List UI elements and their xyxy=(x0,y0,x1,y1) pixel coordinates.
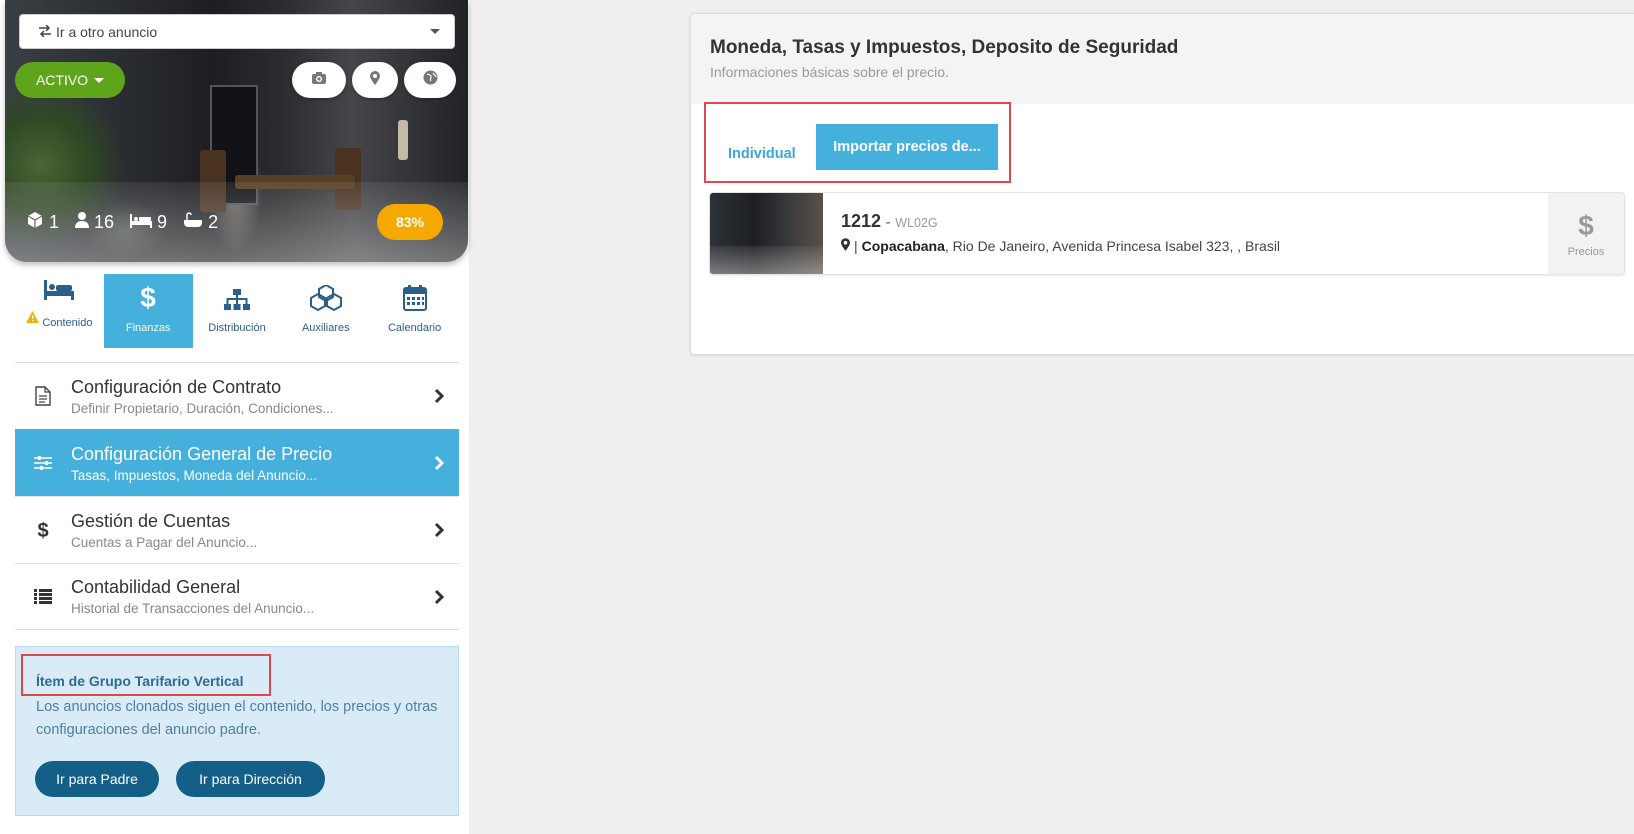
page-title: Moneda, Tasas y Impuestos, Deposito de S… xyxy=(710,37,1179,58)
tab-contenido-label: Contenido xyxy=(42,316,93,329)
menu-item-subtitle: Tasas, Impuestos, Moneda del Anuncio... xyxy=(71,467,318,483)
menu-item-subtitle: Definir Propietario, Duración, Condicion… xyxy=(71,400,334,416)
menu-item-subtitle: Historial de Transacciones del Anuncio..… xyxy=(71,601,315,616)
tab-contenido-caption: Contenido xyxy=(26,311,92,334)
menu-item-contract[interactable]: Configuración de Contrato Definir Propie… xyxy=(15,362,459,429)
baths-count: 2 xyxy=(208,212,219,232)
status-label: ACTIVO xyxy=(35,72,89,88)
bath-icon xyxy=(183,212,203,233)
camera-icon xyxy=(311,71,327,90)
prices-label: Precios xyxy=(1567,245,1605,258)
finance-menu: Configuración de Contrato Definir Propie… xyxy=(15,362,459,630)
user-icon xyxy=(75,212,90,233)
card-header: Moneda, Tasas y Impuestos, Deposito de S… xyxy=(691,14,1634,104)
menu-item-title: Configuración General de Precio xyxy=(71,443,333,464)
listing-row[interactable]: 1212 - WL02G | Copacabana, Rio De Janeir… xyxy=(709,192,1625,275)
tab-distribucion-label: Distribución xyxy=(208,322,266,334)
map-pin-button[interactable] xyxy=(352,62,398,98)
chevron-down-icon xyxy=(94,77,105,83)
map-pin-icon xyxy=(370,70,380,90)
menu-item-accounts[interactable]: $ Gestión de Cuentas Cuentas a Pagar del… xyxy=(15,496,459,563)
tab-finanzas[interactable]: $ Finanzas xyxy=(103,274,193,348)
price-settings-card: Moneda, Tasas y Impuestos, Deposito de S… xyxy=(690,13,1634,355)
list-icon xyxy=(15,589,71,604)
swap-icon xyxy=(38,23,52,40)
rate-group-panel: Ítem de Grupo Tarifario Vertical Los anu… xyxy=(15,646,459,816)
import-prices-toggle[interactable]: Importar precios de... xyxy=(816,124,998,170)
dollar-icon: $ xyxy=(15,519,71,541)
tab-contenido[interactable]: Contenido xyxy=(15,274,104,348)
go-to-address-button[interactable]: Ir para Dirección xyxy=(176,761,325,797)
tab-auxiliares[interactable]: Auxiliares xyxy=(281,274,370,348)
menu-item-title: Contabilidad General xyxy=(71,577,241,597)
listing-selector[interactable]: Ir a otro anuncio xyxy=(19,14,455,49)
completion-value: 83% xyxy=(395,214,425,230)
prices-button[interactable]: $ Precios xyxy=(1548,193,1624,274)
go-to-parent-button[interactable]: Ir para Padre xyxy=(35,761,159,797)
address-pipe: | xyxy=(854,238,858,254)
listing-thumbnail xyxy=(710,193,823,274)
listing-info: 1212 - WL02G | Copacabana, Rio De Janeir… xyxy=(823,193,1548,274)
section-tabs: Contenido $ Finanzas Distribución Auxili… xyxy=(15,274,459,348)
listing-separator: - xyxy=(885,214,891,231)
tab-distribucion[interactable]: Distribución xyxy=(193,274,282,348)
listing-selector-label: Ir a otro anuncio xyxy=(56,23,158,40)
chevron-right-icon xyxy=(419,522,459,538)
listing-ref: WL02G xyxy=(895,216,938,230)
page-subtitle: Informaciones básicas sobre el precio. xyxy=(710,64,949,80)
guests-count: 16 xyxy=(94,212,115,232)
tab-finanzas-label: Finanzas xyxy=(125,322,171,334)
listing-address: | Copacabana, Rio De Janeiro, Avenida Pr… xyxy=(841,238,1530,254)
dollar-icon: $ xyxy=(139,282,157,322)
dollar-icon: $ xyxy=(1578,209,1594,241)
listing-neighborhood: Copacabana xyxy=(861,238,945,254)
listing-address-rest: , Rio De Janeiro, Avenida Princesa Isabe… xyxy=(944,238,1281,254)
tab-calendario[interactable]: Calendario xyxy=(370,274,459,348)
units-stat: 1 xyxy=(26,211,59,234)
globe-icon xyxy=(423,70,438,90)
cubes-icon xyxy=(309,283,342,322)
camera-button[interactable] xyxy=(292,62,346,98)
svg-text:$: $ xyxy=(37,520,48,541)
menu-item-title: Gestión de Cuentas xyxy=(71,510,231,531)
chevron-right-icon xyxy=(419,388,459,404)
calendar-icon xyxy=(402,285,427,322)
menu-item-subtitle: Cuentas a Pagar del Anuncio... xyxy=(71,534,258,550)
listing-code: 1212 xyxy=(841,211,882,231)
listing-stats: 1 16 9 2 xyxy=(26,211,218,234)
rate-group-title: Ítem de Grupo Tarifario Vertical xyxy=(36,673,244,689)
menu-item-accounting[interactable]: Contabilidad General Historial de Transa… xyxy=(15,563,459,630)
sliders-icon xyxy=(15,455,71,471)
status-dropdown[interactable]: ACTIVO xyxy=(15,62,125,98)
warning-icon xyxy=(26,311,40,334)
left-panel: Ir a otro anuncio ACTIVO 1 16 9 2 83% Co… xyxy=(0,0,469,834)
svg-text:$: $ xyxy=(140,283,156,311)
individual-toggle[interactable]: Individual xyxy=(728,146,796,162)
chevron-right-icon xyxy=(419,589,459,605)
bed-icon xyxy=(44,280,75,311)
sitemap-icon xyxy=(223,289,250,322)
document-icon xyxy=(15,386,71,406)
beds-stat: 9 xyxy=(130,212,167,233)
hero-decor xyxy=(398,120,408,160)
guests-stat: 16 xyxy=(75,212,114,233)
tab-calendario-label: Calendario xyxy=(387,322,442,334)
map-marker-icon xyxy=(841,238,850,254)
beds-count: 9 xyxy=(157,212,168,232)
baths-stat: 2 xyxy=(183,212,218,233)
rate-group-description: Los anuncios clonados siguen el contenid… xyxy=(36,699,438,738)
bed-icon xyxy=(130,212,153,233)
globe-button[interactable] xyxy=(404,62,456,98)
chevron-right-icon xyxy=(419,455,459,471)
completion-badge[interactable]: 83% xyxy=(377,204,443,240)
cube-icon xyxy=(26,211,44,234)
tab-auxiliares-label: Auxiliares xyxy=(301,322,350,334)
menu-item-price-config[interactable]: Configuración General de Precio Tasas, I… xyxy=(15,429,459,496)
chevron-down-icon xyxy=(430,29,440,34)
menu-item-title: Configuración de Contrato xyxy=(71,376,282,397)
units-count: 1 xyxy=(49,212,60,232)
